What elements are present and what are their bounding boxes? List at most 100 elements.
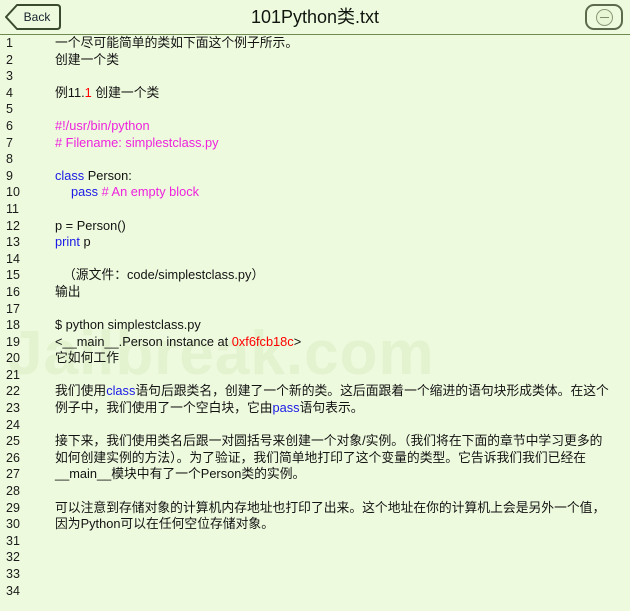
minus-circle-button[interactable] bbox=[585, 4, 623, 30]
editor-line[interactable]: 26 如何创建实例的方法）。为了验证，我们简单地打印了这个变量的类型。它告诉我们我… bbox=[0, 450, 630, 467]
editor-line[interactable]: 9 class Person: bbox=[0, 168, 630, 185]
line-segment: 创建一个类 bbox=[55, 51, 119, 67]
line-number: 20 bbox=[6, 351, 20, 366]
text-editor-area[interactable]: Jailbreak.com 1 一个尽可能简单的类如下面这个例子所示。 2 创建一个类… bbox=[0, 35, 630, 611]
line-text: 因为Python可以在任何空位存储对象。 bbox=[55, 516, 274, 533]
editor-line[interactable]: 12 p = Person() bbox=[0, 218, 630, 235]
line-segment: p bbox=[79, 234, 91, 250]
line-number: 27 bbox=[6, 467, 20, 482]
line-segment: $ python simplestclass.py bbox=[55, 317, 201, 333]
line-segment: 如何创建实例的方法）。为了验证，我们简单地打印了这个变量的类型。它告诉我们我们已… bbox=[55, 449, 587, 465]
line-segment: class bbox=[106, 383, 136, 399]
line-number: 18 bbox=[6, 318, 20, 333]
line-number: 11 bbox=[6, 201, 19, 216]
editor-line[interactable]: 24 bbox=[0, 417, 630, 434]
line-number: 33 bbox=[6, 567, 20, 581]
line-segment: 它如何工作 bbox=[55, 350, 119, 366]
editor-line[interactable]: 23 例子中，我们使用了一个空白块，它由pass语句表示。 bbox=[0, 400, 630, 417]
editor-line[interactable]: 1 一个尽可能简单的类如下面这个例子所示。 bbox=[0, 35, 630, 52]
line-number: 7 bbox=[6, 135, 13, 150]
line-number: 21 bbox=[6, 367, 20, 382]
line-number: 12 bbox=[6, 218, 20, 233]
line-number: 22 bbox=[6, 384, 20, 399]
editor-line[interactable]: 17 bbox=[0, 301, 630, 318]
line-segment: 因为Python可以在任何空位存储对象。 bbox=[55, 516, 274, 532]
editor-line[interactable]: 21 bbox=[0, 367, 630, 384]
line-segment: 我们使用 bbox=[55, 383, 107, 399]
line-number: 25 bbox=[6, 434, 20, 449]
line-number: 3 bbox=[6, 69, 13, 84]
line-text: 我们使用class语句后跟类名，创建了一个新的类。这后面跟着一个缩进的语句块形成… bbox=[55, 383, 609, 400]
line-text: # Filename: simplestclass.py bbox=[55, 135, 219, 152]
line-number: 29 bbox=[6, 500, 20, 515]
line-text: #!/usr/bin/python bbox=[55, 118, 150, 135]
line-segment: 1 bbox=[84, 84, 92, 100]
editor-line[interactable]: 11 bbox=[0, 201, 630, 218]
editor-line[interactable]: 29 可以注意到存储对象的计算机内存地址也打印了出来。这个地址在你的计算机上会是另… bbox=[0, 500, 630, 517]
editor-line[interactable]: 10 pass # An empty block bbox=[0, 184, 630, 201]
editor-line[interactable]: 32 bbox=[0, 549, 630, 566]
line-text: 一个尽可能简单的类如下面这个例子所示。 bbox=[55, 35, 298, 52]
minus-circle-icon bbox=[595, 8, 613, 26]
editor-line[interactable]: 34 bbox=[0, 583, 630, 600]
minus-bar bbox=[599, 16, 609, 18]
line-text: 它如何工作 bbox=[55, 350, 119, 367]
editor-line[interactable]: 2 创建一个类 bbox=[0, 52, 630, 69]
line-number: 34 bbox=[6, 583, 20, 598]
editor-line[interactable]: 22 我们使用class语句后跟类名，创建了一个新的类。这后面跟着一个缩进的语句块… bbox=[0, 383, 630, 400]
editor-line[interactable]: 15 （源文件：code/simplestclass.py） bbox=[0, 267, 630, 284]
line-number: 28 bbox=[6, 484, 20, 499]
editor-line[interactable]: 13 print p bbox=[0, 234, 630, 251]
line-text: 接下来，我们使用类名后跟一对圆括号来创建一个对象/实例。（我们将在下面的章节中学… bbox=[55, 433, 602, 450]
editor-line[interactable]: 28 bbox=[0, 483, 630, 500]
line-number: 16 bbox=[6, 284, 20, 299]
editor-line[interactable]: 27 __main__模块中有了一个Person类的实例。 bbox=[0, 466, 630, 483]
editor-line[interactable]: 4 例11.1 创建一个类 bbox=[0, 85, 630, 102]
line-text: $ python simplestclass.py bbox=[55, 317, 201, 334]
line-number: 17 bbox=[6, 301, 20, 316]
editor-line[interactable]: 16 输出 bbox=[0, 284, 630, 301]
line-number: 26 bbox=[6, 450, 20, 465]
line-number: 1 bbox=[6, 36, 13, 50]
editor-line[interactable]: 30 因为Python可以在任何空位存储对象。 bbox=[0, 516, 630, 533]
editor-line[interactable]: 19 <__main__.Person instance at 0xf6fcb18… bbox=[0, 334, 630, 351]
line-text: <__main__.Person instance at 0xf6fcb18c> bbox=[55, 334, 301, 351]
editor-line[interactable]: 31 bbox=[0, 533, 630, 550]
line-text: 可以注意到存储对象的计算机内存地址也打印了出来。这个地址在你的计算机上会是另外一… bbox=[55, 500, 605, 517]
line-number: 2 bbox=[6, 52, 13, 67]
line-text: 输出 bbox=[55, 284, 81, 301]
line-text: （源文件：code/simplestclass.py） bbox=[63, 267, 264, 284]
editor-line[interactable]: 6 #!/usr/bin/python bbox=[0, 118, 630, 135]
line-segment: print bbox=[55, 234, 80, 250]
editor-line[interactable]: 18 $ python simplestclass.py bbox=[0, 317, 630, 334]
line-number: 15 bbox=[6, 268, 20, 283]
editor-line[interactable]: 25 接下来，我们使用类名后跟一对圆括号来创建一个对象/实例。（我们将在下面的章节… bbox=[0, 433, 630, 450]
line-text: 创建一个类 bbox=[55, 52, 119, 69]
line-text: 如何创建实例的方法）。为了验证，我们简单地打印了这个变量的类型。它告诉我们我们已… bbox=[55, 450, 586, 467]
line-text: __main__模块中有了一个Person类的实例。 bbox=[55, 466, 305, 483]
line-segment: p = Person() bbox=[55, 217, 126, 233]
line-list: 1 一个尽可能简单的类如下面这个例子所示。 2 创建一个类 3 4 例11.1 创建一个类 5… bbox=[0, 35, 630, 599]
editor-line[interactable]: 5 bbox=[0, 101, 630, 118]
line-number: 5 bbox=[6, 102, 13, 117]
line-text: p = Person() bbox=[55, 218, 126, 235]
line-segment: 创建一个类 bbox=[91, 84, 160, 100]
editor-line[interactable]: 33 bbox=[0, 566, 630, 583]
line-number: 14 bbox=[6, 251, 20, 266]
line-number: 8 bbox=[6, 152, 13, 167]
line-segment: __main__模块中有了一个Person类的实例。 bbox=[55, 466, 306, 482]
line-segment: 语句后跟类名，创建了一个新的类。这后面跟着一个缩进的语句块形成类体。在这个 bbox=[135, 383, 609, 399]
line-number: 19 bbox=[6, 334, 20, 349]
line-segment: # Filename: simplestclass.py bbox=[55, 134, 219, 150]
editor-line[interactable]: 7 # Filename: simplestclass.py bbox=[0, 135, 630, 152]
line-segment: 输出 bbox=[55, 283, 81, 299]
line-segment: pass bbox=[71, 184, 99, 200]
line-number: 4 bbox=[6, 85, 13, 100]
editor-line[interactable]: 8 bbox=[0, 151, 630, 168]
line-number: 30 bbox=[6, 517, 20, 532]
line-number: 23 bbox=[6, 401, 20, 416]
editor-line[interactable]: 14 bbox=[0, 251, 630, 268]
editor-line[interactable]: 20 它如何工作 bbox=[0, 350, 630, 367]
editor-line[interactable]: 3 bbox=[0, 68, 630, 85]
line-text: print p bbox=[55, 234, 91, 251]
